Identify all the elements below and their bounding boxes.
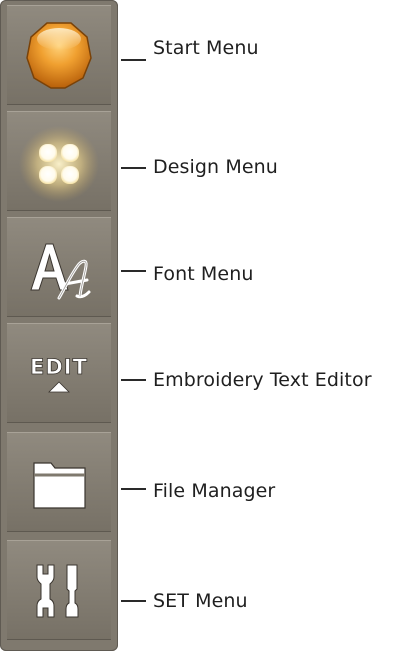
start-menu-connector — [121, 59, 146, 61]
edit-icon: EDIT — [7, 324, 111, 424]
file-manager-connector — [121, 488, 146, 490]
font-menu-label: Font Menu — [153, 263, 254, 285]
font-icon — [7, 218, 111, 318]
settings-tools-icon — [7, 541, 111, 641]
set-menu-connector — [121, 600, 146, 602]
embroidery-text-editor-label: Embroidery Text Editor — [153, 369, 372, 391]
set-menu-label: SET Menu — [153, 590, 248, 612]
design-menu-button[interactable] — [7, 111, 111, 211]
start-menu-button[interactable] — [7, 5, 111, 105]
design-menu-label: Design Menu — [153, 156, 278, 178]
svg-text:EDIT: EDIT — [30, 355, 88, 379]
font-menu-connector — [121, 270, 146, 272]
font-menu-button[interactable] — [7, 217, 111, 317]
side-toolbar: Start Menu Design Menu Font Menu EDIT Em… — [0, 0, 372, 651]
set-menu-button[interactable] — [7, 540, 111, 640]
design-grid-icon — [7, 112, 111, 212]
file-manager-button[interactable] — [7, 432, 111, 532]
design-menu-connector — [121, 167, 146, 169]
embroidery-text-editor-connector — [121, 379, 146, 381]
embroidery-text-editor-button[interactable]: EDIT — [7, 323, 111, 423]
folder-icon — [7, 433, 111, 533]
start-orb-icon — [7, 6, 111, 106]
start-menu-label: Start Menu — [153, 37, 259, 59]
file-manager-label: File Manager — [153, 480, 276, 502]
